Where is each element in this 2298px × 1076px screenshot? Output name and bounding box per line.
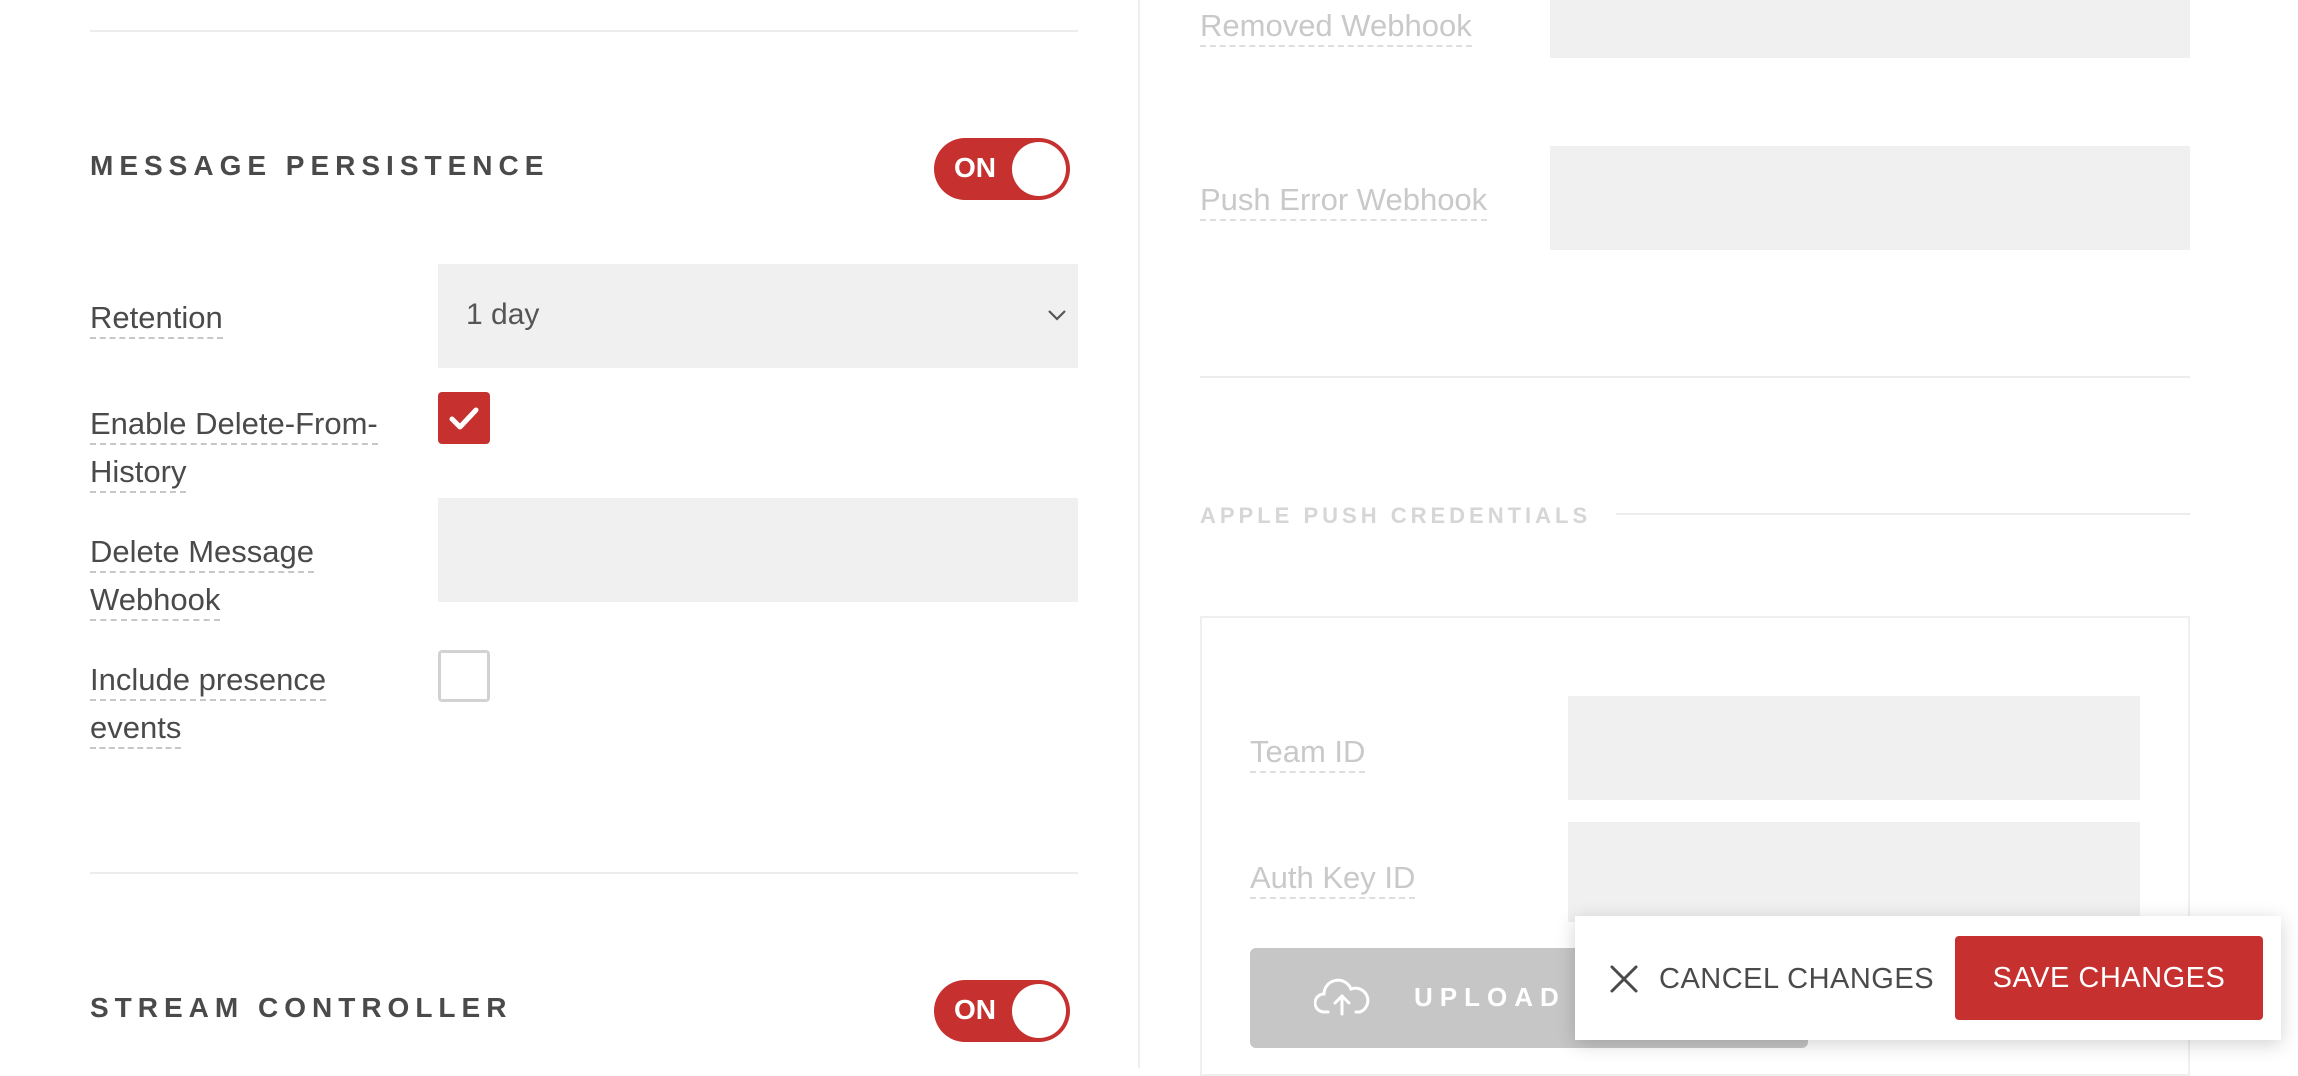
cloud-upload-icon (1314, 978, 1370, 1016)
top-divider-left (90, 30, 1078, 32)
team-id-label: Team ID (1250, 728, 1366, 776)
stream-controller-toggle[interactable]: ON (934, 980, 1070, 1042)
section-divider-left (90, 872, 1078, 874)
delete-message-webhook-input[interactable] (438, 498, 1078, 602)
toggle-knob (1012, 984, 1066, 1038)
save-changes-button[interactable]: SAVE CHANGES (1955, 936, 2263, 1020)
delete-message-webhook-label: Delete Message Webhook (90, 528, 315, 624)
retention-select[interactable]: 1 day (438, 264, 1078, 368)
close-icon (1610, 965, 1638, 993)
message-persistence-toggle[interactable]: ON (934, 138, 1070, 200)
retention-selected-value: 1 day (466, 298, 540, 331)
message-persistence-title: MESSAGE PERSISTENCE (90, 150, 550, 181)
apple-push-title-rule (1616, 513, 2190, 515)
toggle-knob (1012, 142, 1066, 196)
include-presence-checkbox[interactable] (438, 650, 490, 702)
removed-webhook-label: Removed Webhook (1200, 2, 1472, 50)
removed-webhook-input[interactable] (1550, 0, 2190, 58)
check-icon (449, 407, 479, 430)
stream-controller-title: STREAM CONTROLLER (90, 992, 513, 1023)
toggle-state-label: ON (954, 994, 996, 1025)
delete-from-history-label: Enable Delete-From- History (90, 400, 378, 496)
unsaved-changes-bar: CANCEL CHANGES SAVE CHANGES (1575, 916, 2281, 1040)
column-divider (1138, 0, 1140, 1068)
section-divider-right (1200, 376, 2190, 378)
cancel-changes-button[interactable]: CANCEL CHANGES (1609, 954, 1934, 1004)
auth-key-id-label: Auth Key ID (1250, 854, 1416, 902)
retention-label: Retention (90, 294, 223, 342)
include-presence-label: Include presence events (90, 656, 327, 752)
apple-push-credentials-title: APPLE PUSH CREDENTIALS (1200, 503, 1592, 528)
chevron-down-icon (1048, 310, 1066, 321)
push-error-webhook-label: Push Error Webhook (1200, 176, 1488, 224)
delete-from-history-checkbox[interactable] (438, 392, 490, 444)
team-id-input[interactable] (1568, 696, 2140, 800)
cancel-changes-label: CANCEL CHANGES (1659, 962, 1935, 995)
auth-key-id-input[interactable] (1568, 822, 2140, 922)
toggle-state-label: ON (954, 152, 996, 183)
push-error-webhook-input[interactable] (1550, 146, 2190, 250)
